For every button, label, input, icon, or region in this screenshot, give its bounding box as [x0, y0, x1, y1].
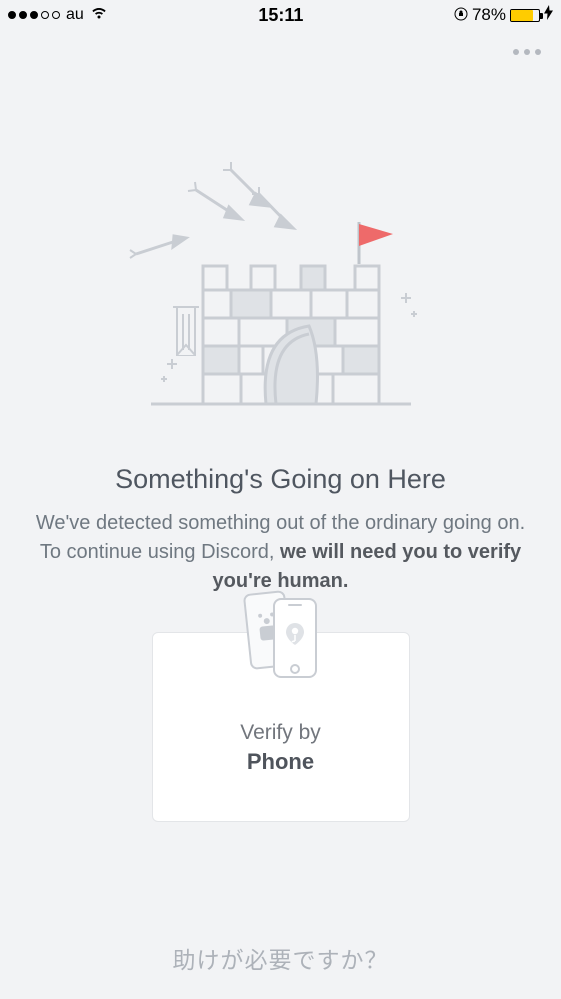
carrier-label: au — [66, 6, 84, 24]
orientation-lock-icon — [454, 7, 468, 24]
verify-card-label: Verify by Phone — [240, 719, 321, 777]
page-title: Something's Going on Here — [20, 464, 541, 495]
verify-label-text: Verify by — [240, 721, 321, 744]
verify-method: Phone — [240, 747, 321, 777]
clock-time: 15:11 — [258, 5, 303, 26]
phones-icon — [238, 589, 324, 686]
castle-illustration — [20, 154, 541, 414]
verification-message: We've detected something out of the ordi… — [20, 509, 541, 596]
wifi-icon — [90, 5, 108, 25]
nav-bar — [0, 30, 561, 74]
charging-icon — [544, 5, 553, 25]
verify-by-phone-button[interactable]: Verify by Phone — [152, 632, 410, 822]
cellular-signal-icon — [8, 11, 60, 19]
more-options-button[interactable] — [513, 49, 541, 55]
battery-icon — [510, 9, 540, 22]
battery-pct: 78% — [472, 5, 506, 25]
status-bar: au 15:11 78% — [0, 0, 561, 30]
help-link[interactable]: 助けが必要ですか？ — [0, 941, 561, 975]
main-content: Something's Going on Here We've detected… — [0, 154, 561, 822]
